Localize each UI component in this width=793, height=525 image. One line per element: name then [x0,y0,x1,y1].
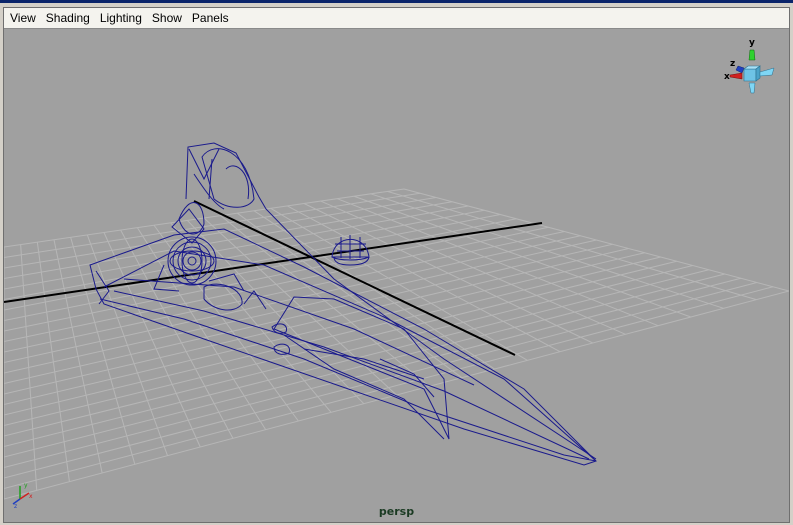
ground-grid [4,188,789,500]
grid-line [4,290,789,500]
menu-panels[interactable]: Panels [188,8,235,28]
window-title-strip [0,0,793,3]
viewport-panel: View Shading Lighting Show Panels y z x … [3,7,790,523]
view-cube-right-arrow[interactable] [759,67,775,77]
view-cube-down-arrow[interactable] [748,82,756,94]
menu-shading[interactable]: Shading [42,8,96,28]
grid-line [287,205,561,353]
view-cube-x-arrow[interactable] [729,72,743,80]
viewport-canvas[interactable]: y z x y x z [4,29,789,522]
grid-line [403,188,789,292]
svg-text:y: y [24,482,28,489]
grid-line [370,193,724,309]
view-cube-icon[interactable]: y z x [724,38,775,94]
camera-label: persp [378,505,415,518]
view-cube-y-arrow[interactable] [748,49,756,61]
grid-line [337,198,659,327]
svg-text:x: x [29,493,33,500]
menu-lighting[interactable]: Lighting [96,8,148,28]
view-cube-z-arrow[interactable] [735,65,745,74]
perspective-viewport[interactable]: y z x y x z persp [4,29,789,522]
menu-show[interactable]: Show [148,8,188,28]
grid-line [4,252,645,405]
grid-line [4,248,629,395]
grid-line [220,215,430,387]
view-cube-x-label: x [724,72,730,82]
view-cube-y-label: y [749,38,755,48]
view-cube-z-label: z [730,59,735,69]
grid-line [4,282,758,479]
menu-view[interactable]: View [6,8,42,28]
view-cube-box[interactable] [743,68,757,82]
spaceship-wireframe[interactable] [89,142,597,466]
panel-menubar: View Shading Lighting Show Panels [4,8,789,29]
